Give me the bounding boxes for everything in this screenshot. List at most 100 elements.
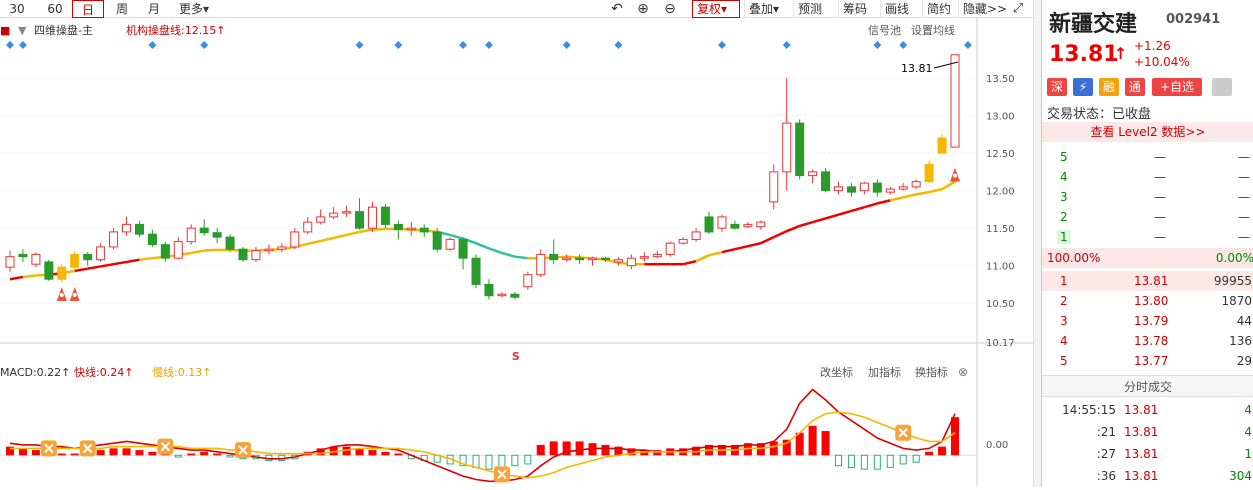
macd-bar-positive [31,450,40,456]
bid-row[interactable]: 3 13.79 44 [1042,311,1253,331]
bid-level: 2 [1060,294,1068,308]
macd-bar-positive [381,451,390,456]
signal-diamond-icon [6,41,14,49]
chart-svg: 13.5013.0012.5012.0011.5011.0010.50 ■ ▼ … [0,18,1033,487]
bid-level: 1 [1060,274,1068,288]
ask-volume: — [1238,230,1250,244]
candle-body [96,246,106,261]
ask-price: — [1154,230,1166,244]
signal-pool-button[interactable]: 信号池 [868,24,901,37]
candle-body [264,248,274,252]
bid-price: 13.80 [1134,294,1169,308]
hide-button[interactable]: 隐藏>> [958,0,1011,18]
legend-arrow-icon: ▼ [18,24,27,37]
macd-bar-negative [485,454,493,470]
chips-button[interactable]: 筹码 [838,0,871,18]
tick-time: :36 [1096,469,1116,483]
candle-body [471,257,481,285]
candle-body [18,253,28,258]
jigou-line-segment [475,242,490,250]
simple-button[interactable]: 简约 [922,0,955,18]
ask-row[interactable]: 2 — — [1042,207,1253,227]
jigou-line-segment [941,180,956,191]
bid-level: 3 [1060,314,1068,328]
ask-row[interactable]: 5 — — [1042,147,1253,167]
fullscreen-icon[interactable]: ⤢ [1008,0,1028,18]
jigou-line-segment [514,255,528,260]
tag-shenzhen[interactable]: 深 [1047,78,1067,96]
macd-bar-negative [226,454,234,458]
add-favorite-button[interactable]: +自选 [1152,78,1202,96]
candle-body [743,223,753,228]
jigou-line-segment [333,233,347,240]
zoom-in-icon[interactable]: ⊕ [633,0,653,18]
jigou-line-segment [74,267,88,273]
macd-bar-negative [834,454,843,467]
signal-diamond-icon [484,41,493,49]
bid-row[interactable]: 2 13.80 1870 [1042,291,1253,311]
candle-body [600,257,610,261]
tag-margin[interactable]: 融 [1099,78,1119,96]
candle-body [419,227,429,233]
period-30min[interactable]: 30 [0,0,34,18]
period-more-dropdown[interactable]: 更多▾ [172,0,216,18]
ask-row[interactable]: 3 — — [1042,187,1253,207]
macd-panel [0,388,977,483]
tag-connect[interactable]: 通 [1125,78,1145,96]
set-ma-button[interactable]: 设置均线 [911,23,955,37]
bell-icon[interactable] [1212,78,1232,96]
macd-zero-label: 0.00 [986,440,1008,451]
bid-price: 13.78 [1134,334,1169,348]
bid-row[interactable]: 1 13.81 99955 [1042,271,1253,291]
jigou-line-segment [9,275,24,281]
macd-bar-positive [575,441,584,456]
undo-icon[interactable]: ↶ [607,0,627,18]
signal-diamond-icon [148,41,157,49]
macd-bar-negative [524,454,532,465]
jigou-line-segment [682,259,697,266]
candle-body [730,223,740,229]
macd-bar-positive [549,441,558,456]
add-indicator-button[interactable]: 加指标 [868,365,901,379]
kline-chart[interactable]: 13.50 13.00 12.50 12.00 11.50 11.00 10.50 ■ ▼ … [0,18,1033,487]
period-month[interactable]: 月 [138,0,170,18]
tag-lightning-icon[interactable]: ⚡ [1073,78,1093,96]
swap-indicator-button[interactable]: 换指标 [915,365,948,379]
jigou-line-segment [915,190,930,196]
candle-body [898,186,908,190]
quote-panel: 新疆交建 002941 13.81 ↑ +1.26 +10.04% 深 ⚡ 融 … [1041,0,1253,487]
period-day[interactable]: 日 [72,0,104,18]
zoom-out-icon[interactable]: ⊖ [660,0,680,18]
bid-row[interactable]: 5 13.77 29 [1042,351,1253,371]
forecast-button[interactable]: 预测 [793,0,826,18]
close-indicator-icon[interactable]: ⊗ [958,365,968,379]
candle-body [458,238,468,259]
jigou-line-segment [113,260,127,266]
macd-bar-positive [821,431,830,456]
ask-price: — [1154,150,1166,164]
price-tick-label: 12.00 [986,187,1015,198]
jigou-line-segment [889,196,904,202]
ask-level: 1 [1057,230,1071,244]
ask-row[interactable]: 1 — — [1042,227,1253,247]
candle-body [367,206,377,229]
indicator-name[interactable]: 四维操盘-主 [34,23,93,37]
draw-line-button[interactable]: 画线 [880,0,913,18]
chevron-down-icon: ▾ [202,2,210,16]
level2-link[interactable]: 查看 Level2 数据>> [1042,122,1253,142]
candle-body [380,206,390,225]
period-60min[interactable]: 60 [38,0,72,18]
change-coord-button[interactable]: 改坐标 [820,365,853,379]
fuquan-label: 复权 [697,2,722,16]
fuquan-dropdown[interactable]: 复权▾ [692,0,740,18]
overlay-button[interactable]: 叠加▾ [744,0,783,18]
ask-row[interactable]: 4 — — [1042,167,1253,187]
ask-volume: — [1238,170,1250,184]
bid-row[interactable]: 4 13.78 136 [1042,331,1253,351]
jigou-line-segment [838,209,852,216]
signal-diamond-icon [873,41,882,49]
candle-body [859,182,869,192]
period-week[interactable]: 周 [106,0,138,18]
panel-collapse-handle[interactable] [1033,0,1041,487]
jigou-line-segment [877,199,891,205]
